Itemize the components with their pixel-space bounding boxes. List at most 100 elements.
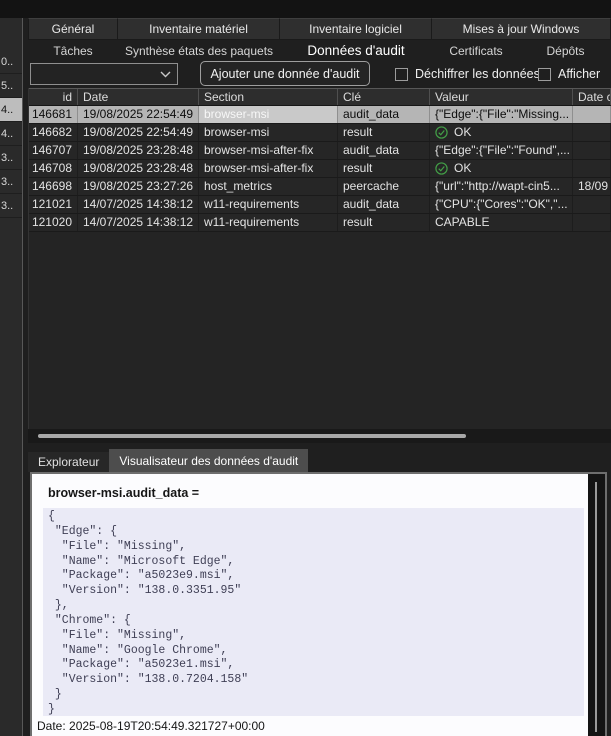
app-window: 0.. 5.. 4.. 4.. 3.. 3.. 3.. Général Inve…	[0, 0, 611, 736]
cell-id[interactable]: 121021	[29, 196, 78, 213]
cell-date-c[interactable]: 18/09	[573, 178, 611, 195]
cell-key[interactable]: result	[338, 160, 430, 177]
table-row[interactable]: 146682 19/08/2025 22:54:49 browser-msi r…	[29, 124, 611, 142]
cell-date[interactable]: 19/08/2025 23:28:48	[78, 160, 199, 177]
tab-general[interactable]: Général	[28, 18, 118, 40]
cell-value[interactable]: {"CPU":{"Cores":"OK","...	[430, 196, 573, 213]
host-list-item[interactable]: 4..	[0, 122, 22, 146]
cell-value[interactable]: {"Edge":{"File":"Found",...	[430, 142, 573, 159]
ok-check-icon	[435, 126, 448, 139]
cell-date[interactable]: 14/07/2025 14:38:12	[78, 214, 199, 231]
audit-filter-select[interactable]	[30, 63, 178, 85]
cell-date-c[interactable]	[573, 142, 611, 159]
cell-id[interactable]: 146698	[29, 178, 78, 195]
table-row[interactable]: 146681 19/08/2025 22:54:49 browser-msi a…	[29, 106, 611, 124]
cell-key[interactable]: audit_data	[338, 142, 430, 159]
tab-explorateur[interactable]: Explorateur	[28, 452, 109, 472]
cell-section[interactable]: w11-requirements	[199, 214, 338, 231]
cell-section[interactable]: w11-requirements	[199, 196, 338, 213]
panel-splitter[interactable]	[22, 18, 23, 736]
show-checkbox[interactable]	[538, 68, 551, 81]
host-list-item-selected[interactable]: 4..	[0, 98, 22, 122]
tab-inventaire-materiel[interactable]: Inventaire matériel	[118, 18, 280, 40]
host-list-item[interactable]: 0..	[0, 50, 22, 74]
cell-id[interactable]: 146682	[29, 124, 78, 141]
column-header-date[interactable]: Date	[78, 89, 199, 105]
tab-certificats[interactable]: Certificats	[432, 40, 520, 61]
cell-value[interactable]: OK	[430, 160, 573, 177]
cell-id[interactable]: 146707	[29, 142, 78, 159]
audit-entry-title: browser-msi.audit_data =	[48, 486, 199, 500]
column-header-valeur[interactable]: Valeur	[430, 89, 573, 105]
host-list-item[interactable]: 3..	[0, 194, 22, 218]
tab-inventaire-logiciel[interactable]: Inventaire logiciel	[280, 18, 432, 40]
cell-id[interactable]: 121020	[29, 214, 78, 231]
cell-id[interactable]: 146708	[29, 160, 78, 177]
tab-visualisateur[interactable]: Visualisateur des données d'audit	[109, 449, 308, 472]
table-row[interactable]: 146698 19/08/2025 23:27:26 host_metrics …	[29, 178, 611, 196]
horizontal-scrollbar[interactable]	[28, 429, 611, 443]
cell-value[interactable]: CAPABLE	[430, 214, 573, 231]
cell-date-c[interactable]	[573, 214, 611, 231]
cell-value[interactable]: {"url":"http://wapt-cin5...	[430, 178, 573, 195]
viewer-scroll-thumb[interactable]	[595, 482, 597, 732]
host-list-edge: 0.. 5.. 4.. 4.. 3.. 3.. 3..	[0, 18, 22, 736]
host-list-item[interactable]: 3..	[0, 146, 22, 170]
cell-value-text: OK	[454, 124, 471, 141]
chevron-down-icon	[160, 71, 171, 78]
audit-viewer-panel: browser-msi.audit_data = { "Edge": { "Fi…	[30, 472, 607, 736]
host-list-item[interactable]: 3..	[0, 170, 22, 194]
host-list-item[interactable]: 5..	[0, 74, 22, 98]
cell-section[interactable]: browser-msi	[199, 124, 338, 141]
cell-date-c[interactable]	[573, 124, 611, 141]
decrypt-checkbox-label: Déchiffrer les données	[415, 67, 540, 81]
cell-section[interactable]: browser-msi-after-fix	[199, 160, 338, 177]
add-audit-button[interactable]: Ajouter une donnée d'audit	[200, 61, 370, 86]
tab-strip-row1: Général Inventaire matériel Inventaire l…	[28, 18, 611, 40]
viewer-scrollbar[interactable]	[588, 474, 605, 736]
column-header-section[interactable]: Section	[199, 89, 338, 105]
cell-section[interactable]: host_metrics	[199, 178, 338, 195]
table-row[interactable]: 146708 19/08/2025 23:28:48 browser-msi-a…	[29, 160, 611, 178]
tab-donnees-audit[interactable]: Données d'audit	[280, 40, 432, 61]
column-header-cle[interactable]: Clé	[338, 89, 430, 105]
show-checkbox-label: Afficher	[558, 67, 600, 81]
cell-date-c[interactable]	[573, 106, 611, 123]
table-header: id Date Section Clé Valeur Date c	[29, 88, 611, 106]
cell-date[interactable]: 19/08/2025 22:54:49	[78, 106, 199, 123]
cell-key[interactable]: result	[338, 214, 430, 231]
table-row[interactable]: 121020 14/07/2025 14:38:12 w11-requireme…	[29, 214, 611, 232]
column-header-id[interactable]: id	[29, 89, 78, 105]
cell-value[interactable]: {"Edge":{"File":"Missing...	[430, 106, 573, 123]
cell-key[interactable]: peercache	[338, 178, 430, 195]
cell-key[interactable]: audit_data	[338, 106, 430, 123]
tab-synthese[interactable]: Synthèse états des paquets	[118, 40, 280, 61]
cell-date-c[interactable]	[573, 196, 611, 213]
ok-check-icon	[435, 162, 448, 175]
hscroll-thumb[interactable]	[38, 434, 466, 438]
table-row[interactable]: 146707 19/08/2025 23:28:48 browser-msi-a…	[29, 142, 611, 160]
column-header-date-c[interactable]: Date c	[573, 89, 611, 105]
window-top-strip	[0, 0, 611, 18]
cell-date[interactable]: 14/07/2025 14:38:12	[78, 196, 199, 213]
tab-mises-a-jour[interactable]: Mises à jour Windows	[432, 18, 611, 40]
cell-id[interactable]: 146681	[29, 106, 78, 123]
cell-value-text: OK	[454, 160, 471, 177]
cell-value[interactable]: OK	[430, 124, 573, 141]
table-row[interactable]: 121021 14/07/2025 14:38:12 w11-requireme…	[29, 196, 611, 214]
audit-json-view: { "Edge": { "File": "Missing", "Name": "…	[43, 508, 584, 716]
cell-date[interactable]: 19/08/2025 23:28:48	[78, 142, 199, 159]
decrypt-checkbox[interactable]	[395, 68, 408, 81]
cell-date[interactable]: 19/08/2025 23:27:26	[78, 178, 199, 195]
cell-section[interactable]: browser-msi	[199, 106, 338, 123]
tab-depots[interactable]: Dépôts	[520, 40, 611, 61]
tab-taches[interactable]: Tâches	[28, 40, 118, 61]
show-checkbox-group: Afficher	[538, 63, 600, 85]
cell-key[interactable]: result	[338, 124, 430, 141]
cell-date[interactable]: 19/08/2025 22:54:49	[78, 124, 199, 141]
audit-json-text: { "Edge": { "File": "Missing", "Name": "…	[43, 508, 584, 716]
cell-key[interactable]: audit_data	[338, 196, 430, 213]
cell-date-c[interactable]	[573, 160, 611, 177]
cell-section[interactable]: browser-msi-after-fix	[199, 142, 338, 159]
decrypt-checkbox-group: Déchiffrer les données	[395, 63, 540, 85]
